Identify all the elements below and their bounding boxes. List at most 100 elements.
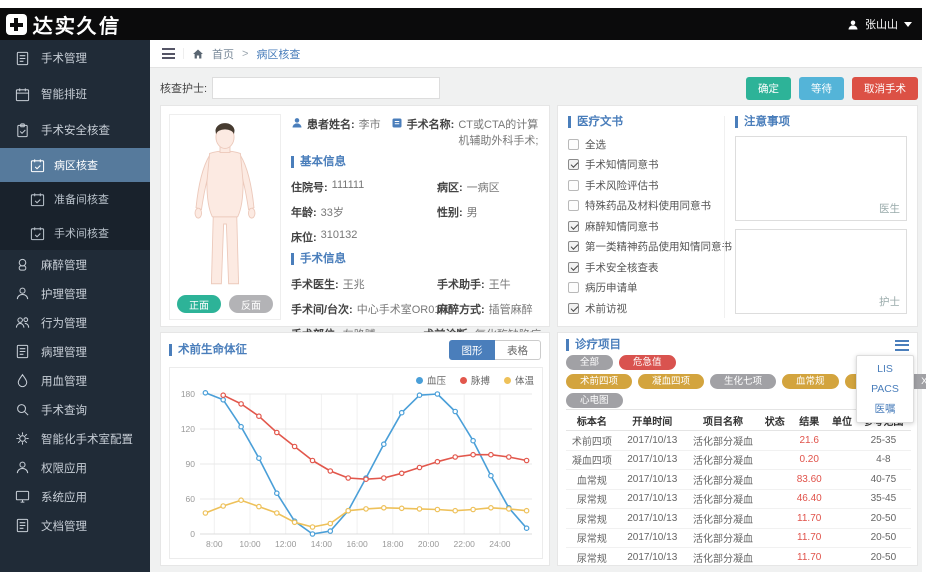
legend-item[interactable]: 血压 (415, 373, 446, 387)
body-figure-illustration (194, 123, 256, 285)
checklist-item[interactable]: 全选 (568, 134, 720, 155)
hamburger-icon[interactable] (162, 48, 184, 59)
filter-button[interactable]: 术前四项 (566, 374, 633, 389)
table-cell (828, 450, 856, 470)
table-row[interactable]: 尿常规 2017/10/13 活化部分凝血 11.70 20-50 (566, 547, 911, 568)
breadcrumb-home[interactable]: 首页 (212, 46, 234, 62)
checkbox[interactable] (568, 282, 579, 294)
sidebar-item[interactable]: 文档管理 (0, 511, 150, 540)
back-view-button[interactable]: 反面 (229, 295, 273, 313)
prep-check-icon (30, 192, 45, 207)
sidebar-item[interactable]: 手术查询 (0, 395, 150, 424)
sidebar-item[interactable]: 系统应用 (0, 482, 150, 511)
checkbox[interactable] (568, 302, 579, 314)
user-menu[interactable]: 张山山 (847, 16, 912, 32)
svg-text:24:00: 24:00 (489, 539, 511, 549)
table-row[interactable]: 凝血四项 2017/10/13 活化部分凝血 0.20 4-8 (566, 450, 911, 470)
checklist-item[interactable]: 手术安全核查表 (568, 257, 720, 278)
table-cell: 尿常规 (566, 547, 618, 568)
check-nurse-label: 核查护士: (160, 83, 208, 95)
basic-info-title: 基本信息 (291, 156, 541, 168)
table-tab[interactable]: 表格 (495, 340, 541, 360)
info-value: 310132 (320, 228, 358, 241)
pathology-icon (15, 344, 30, 359)
info-value: 111111 (331, 178, 365, 191)
checkbox[interactable] (568, 241, 579, 253)
checkbox[interactable] (568, 261, 579, 273)
checkbox[interactable] (568, 159, 579, 171)
sidebar-item[interactable]: 智能排班 (0, 76, 150, 112)
checkbox[interactable] (568, 138, 579, 150)
svg-text:8:00: 8:00 (206, 539, 223, 549)
sidebar-item[interactable]: 护理管理 (0, 279, 150, 308)
table-row[interactable]: 尿常规 2017/10/13 活化部分凝血 11.70 20-50 (566, 508, 911, 529)
table-row[interactable]: 术前四项 2017/10/13 活化部分凝血 21.6 25-35 (566, 430, 911, 451)
popup-menu-item[interactable]: 医嘱 (857, 399, 913, 419)
sidebar-item[interactable]: 用血管理 (0, 366, 150, 395)
filter-button[interactable]: 危急值 (619, 355, 676, 370)
checklist-item[interactable]: 第一类精神药品使用知情同意书 (568, 237, 732, 258)
front-view-button[interactable]: 正面 (177, 295, 221, 313)
sidebar-item[interactable]: 病理管理 (0, 337, 150, 366)
info-row: 手术医生: 王兆 手术助手: 王牛 (291, 271, 541, 296)
breadcrumb-current[interactable]: 病区核查 (256, 46, 300, 62)
nursing-icon (15, 286, 30, 301)
treatment-menu-icon[interactable] (895, 339, 909, 351)
filter-button[interactable]: 心电图 (566, 393, 623, 408)
cancel-surgery-button[interactable]: 取消手术 (852, 76, 918, 100)
sidebar-item[interactable]: 行为管理 (0, 308, 150, 337)
sidebar-subitem[interactable]: 手术间核查 (0, 216, 150, 250)
table-row[interactable]: 尿常规 2017/10/13 活化部分凝血 46.40 35-45 (566, 489, 911, 509)
checkbox[interactable] (568, 179, 579, 191)
table-cell (759, 528, 791, 548)
filter-button[interactable]: 凝血四项 (638, 374, 705, 389)
legend-label: 体温 (514, 376, 534, 387)
checkbox[interactable] (568, 200, 579, 212)
table-header-cell: 项目名称 (686, 409, 760, 431)
checklist-item[interactable]: 术前访视 (568, 298, 720, 319)
legend-item[interactable]: 脉搏 (459, 373, 490, 387)
vitals-card: 术前生命体征 图形 表格 血压 脉搏 体温 8:00 10:00 12:00 14:00 1… (160, 332, 550, 566)
sidebar-item[interactable]: 权限应用 (0, 453, 150, 482)
vitals-chart: 血压 脉搏 体温 8:00 10:00 12:00 14:00 16:00 18:00 20:0… (169, 367, 543, 559)
sidebar-item[interactable]: 手术管理 (0, 40, 150, 76)
schedule-icon (15, 87, 30, 102)
popup-menu-item[interactable]: PACS (857, 379, 913, 399)
sidebar-item[interactable]: 智能化手术室配置 (0, 424, 150, 453)
checkbox[interactable] (568, 220, 579, 232)
surgery-doc-icon (391, 117, 403, 129)
checklist-item[interactable]: 手术风险评估书 (568, 175, 720, 196)
legend-item[interactable]: 体温 (503, 373, 534, 387)
table-cell: 血常规 (566, 469, 618, 490)
table-cell (759, 489, 791, 509)
info-value: 中心手术室OR01/1 (356, 303, 450, 316)
checklist-item[interactable]: 手术知情同意书 (568, 155, 720, 176)
filter-button[interactable]: 全部 (566, 355, 614, 370)
logo: 达实久信 (6, 10, 122, 39)
check-nurse-input[interactable] (212, 77, 441, 99)
table-row[interactable]: 血常规 2017/10/13 活化部分凝血 83.60 40-75 (566, 469, 911, 490)
confirm-button[interactable]: 确定 (746, 76, 791, 100)
checklist-item[interactable]: 特殊药品及材料使用同意书 (568, 196, 720, 217)
doctor-notes-textarea[interactable]: 医生 (735, 136, 907, 221)
sidebar-item-label: 智能排班 (41, 89, 87, 101)
notes-title: 注意事项 (735, 116, 907, 128)
sidebar-subitem[interactable]: 病区核查 (0, 148, 150, 182)
table-row[interactable]: 尿常规 2017/10/13 活化部分凝血 11.70 20-50 (566, 528, 911, 548)
treatment-header: 诊疗项目 (558, 333, 917, 353)
filter-button[interactable]: 血常规 (782, 374, 839, 389)
checklist-item[interactable]: 病历申请单 (568, 278, 720, 299)
home-icon[interactable] (192, 48, 204, 60)
filter-button[interactable]: 生化七项 (710, 374, 777, 389)
surgery-info-title: 手术信息 (291, 253, 541, 265)
sidebar-item[interactable]: 手术安全核查 (0, 112, 150, 148)
sidebar-subitem[interactable]: 准备间核查 (0, 182, 150, 216)
chart-view-toggle: 图形 表格 (449, 340, 541, 360)
sidebar-item[interactable]: 麻醉管理 (0, 250, 150, 279)
checklist-item[interactable]: 麻醉知情同意书 (568, 216, 720, 237)
wait-button[interactable]: 等待 (799, 76, 844, 100)
nurse-notes-textarea[interactable]: 护士 (735, 229, 907, 314)
graph-tab[interactable]: 图形 (449, 340, 495, 360)
table-cell: 2017/10/13 (617, 489, 687, 509)
popup-menu-item[interactable]: LIS (857, 359, 913, 379)
